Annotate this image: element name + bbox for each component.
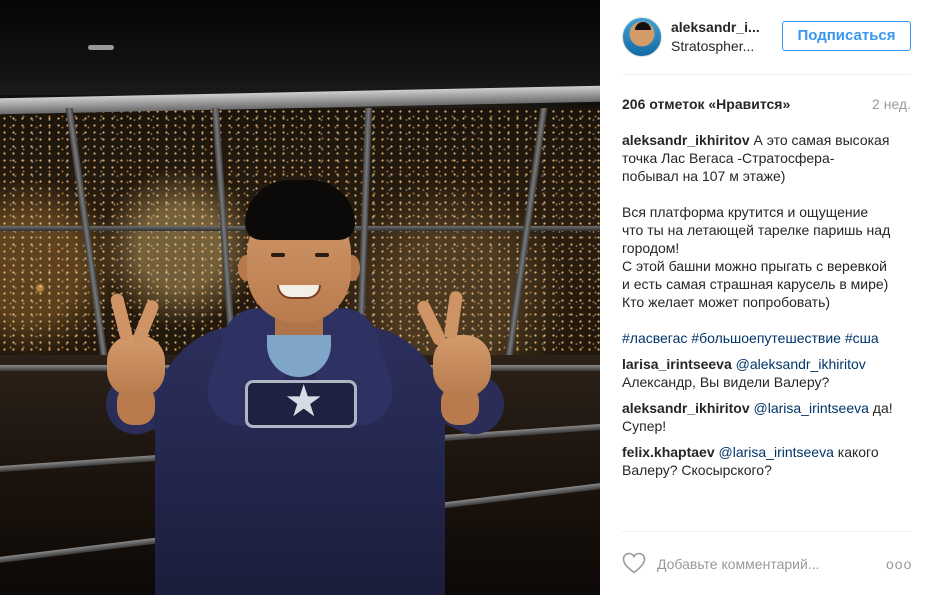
person: ★ — [95, 175, 514, 595]
post-photo[interactable]: ★ — [0, 0, 600, 595]
add-comment-input[interactable]: Добавьте комментарий... — [657, 556, 819, 572]
hashtag-link[interactable]: #ласвегас — [622, 330, 687, 346]
comments-list: aleksandr_ikhiritov А это самая высокая … — [622, 131, 912, 487]
likes-count[interactable]: 206 отметок «Нравится» — [622, 96, 790, 112]
caption-text: Вся платформа крутится и ощущение — [622, 204, 869, 220]
more-options-icon[interactable]: ooo — [886, 556, 912, 572]
comment-username[interactable]: felix.khaptaev — [622, 444, 715, 460]
caption-text: и есть самая страшная карусель в мире) — [622, 276, 889, 292]
follow-button[interactable]: Подписаться — [782, 21, 911, 51]
likes-row: 206 отметок «Нравится» 2 нед. — [622, 96, 911, 116]
comment-text: да! — [872, 400, 893, 416]
ceiling-lamp — [88, 45, 114, 50]
caption-text: Кто желает может попробовать) — [622, 294, 831, 310]
caption: aleksandr_ikhiritov А это самая высокая … — [622, 131, 912, 347]
post-time[interactable]: 2 нед. — [872, 96, 911, 112]
author-username[interactable]: aleksandr_i... — [671, 19, 760, 35]
ceiling — [0, 0, 600, 95]
caption-text: точка Лас Вегаса -Стратосфера- — [622, 150, 835, 166]
post-side-panel: aleksandr_i... Stratospher... Подписатьс… — [600, 0, 929, 595]
comment-text: какого — [837, 444, 879, 460]
heart-icon[interactable] — [622, 552, 646, 574]
caption-hashtags: #ласвегас #большоепутешествие #сша — [622, 329, 912, 347]
star-emblem: ★ — [245, 377, 357, 428]
mention-link[interactable]: @aleksandr_ikhiritov — [736, 356, 866, 372]
caption-text: побывал на 107 м этаже) — [622, 168, 786, 184]
comment-text: Александр, Вы видели Валеру? — [622, 374, 830, 390]
mention-link[interactable]: @larisa_irintseeva — [719, 444, 834, 460]
caption-text: С этой башни можно прыгать с веревкой — [622, 258, 887, 274]
post-location[interactable]: Stratospher... — [671, 38, 754, 54]
divider — [622, 74, 911, 75]
hashtag-link[interactable]: #большоепутешествие — [691, 330, 841, 346]
mention-link[interactable]: @larisa_irintseeva — [754, 400, 869, 416]
comment-item: larisa_irintseeva @aleksandr_ikhiritov А… — [622, 355, 912, 391]
caption-username[interactable]: aleksandr_ikhiritov — [622, 132, 750, 148]
comment-username[interactable]: larisa_irintseeva — [622, 356, 732, 372]
caption-text: городом! — [622, 240, 680, 256]
divider — [622, 531, 911, 532]
comment-item: felix.khaptaev @larisa_irintseeva какого… — [622, 443, 912, 479]
hashtag-link[interactable]: #сша — [845, 330, 879, 346]
caption-text: А это самая высокая — [753, 132, 890, 148]
comment-text: Валеру? Скосырского? — [622, 462, 772, 478]
caption-text: что ты на летающей тарелке паришь над — [622, 222, 891, 238]
comment-item: aleksandr_ikhiritov @larisa_irintseeva д… — [622, 399, 912, 435]
avatar[interactable] — [622, 17, 662, 57]
comment-username[interactable]: aleksandr_ikhiritov — [622, 400, 750, 416]
post-header: aleksandr_i... Stratospher... Подписатьс… — [600, 0, 929, 76]
comment-text: Супер! — [622, 418, 667, 434]
